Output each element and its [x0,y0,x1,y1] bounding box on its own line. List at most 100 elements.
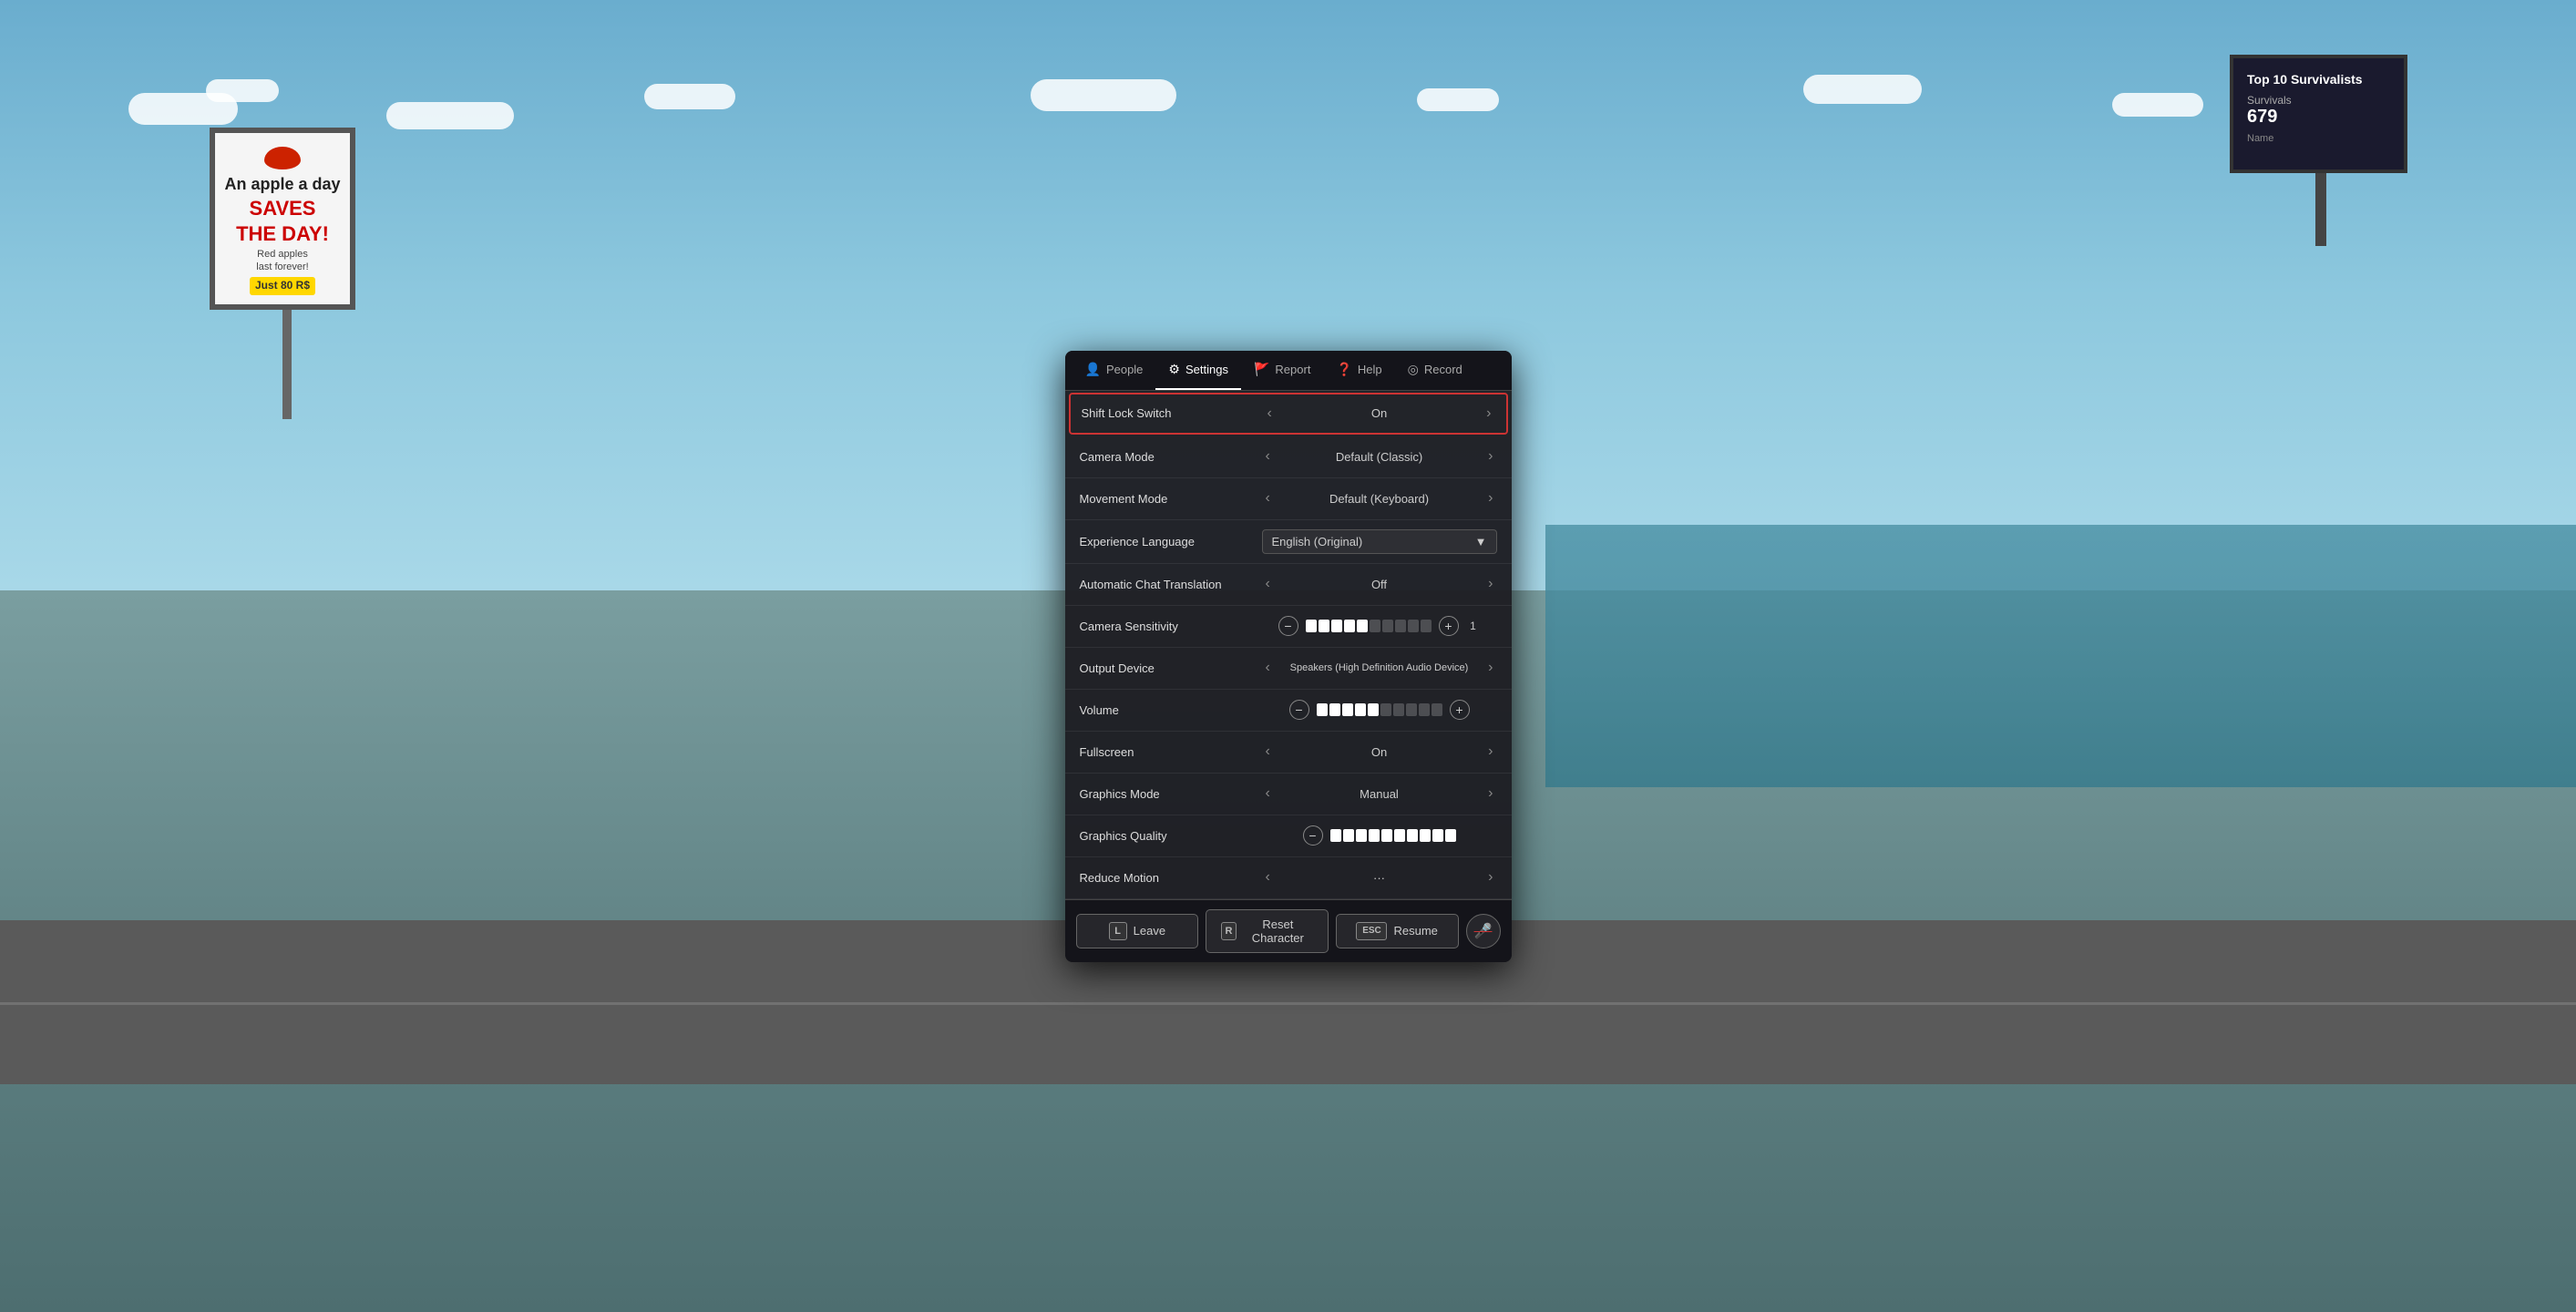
slider-seg [1355,703,1366,716]
tab-record-label: Record [1424,363,1462,376]
slider-seg [1331,620,1342,632]
slider-seg [1317,703,1328,716]
setting-row-graphics-mode: Graphics Mode ‹ Manual › [1065,774,1512,815]
leave-button[interactable]: L Leave [1076,914,1199,948]
auto-chat-value: Off [1281,578,1477,591]
slider-seg [1330,829,1341,842]
slider-seg [1407,829,1418,842]
camera-mode-prev[interactable]: ‹ [1262,449,1274,464]
shift-lock-label: Shift Lock Switch [1082,406,1264,420]
reset-character-button[interactable]: R Reset Character [1206,909,1329,953]
setting-row-auto-chat: Automatic Chat Translation ‹ Off › [1065,564,1512,606]
auto-chat-next[interactable]: › [1484,577,1496,591]
slider-seg [1369,829,1380,842]
graphics-quality-control: − [1262,825,1497,846]
output-device-label: Output Device [1080,661,1262,675]
tab-help-label: Help [1358,363,1382,376]
graphics-mode-value: Manual [1281,787,1477,801]
slider-seg [1394,829,1405,842]
reduce-motion-next[interactable]: › [1484,870,1496,885]
tab-report[interactable]: 🚩 Report [1241,351,1323,390]
experience-language-control: English (Original) ▼ [1262,529,1497,554]
graphics-quality-decrease[interactable]: − [1303,825,1323,846]
experience-language-label: Experience Language [1080,535,1262,548]
volume-slider[interactable] [1317,703,1442,716]
camera-sensitivity-decrease[interactable]: − [1278,616,1298,636]
fullscreen-control: ‹ On › [1262,744,1497,759]
setting-row-fullscreen: Fullscreen ‹ On › [1065,732,1512,774]
tab-help[interactable]: ❓ Help [1323,351,1394,390]
mic-icon: 🎤 [1474,922,1493,940]
fullscreen-prev[interactable]: ‹ [1262,744,1274,759]
slider-seg [1445,829,1456,842]
dropdown-chevron: ▼ [1475,535,1487,548]
tab-record[interactable]: ◎ Record [1395,351,1475,390]
modal-overlay: 👤 People ⚙ Settings 🚩 Report ❓ Help ◎ Re… [0,0,2576,1312]
settings-icon: ⚙ [1168,362,1180,377]
slider-seg [1406,703,1417,716]
setting-row-camera-sensitivity: Camera Sensitivity − [1065,606,1512,648]
setting-row-movement-mode: Movement Mode ‹ Default (Keyboard) › [1065,478,1512,520]
auto-chat-prev[interactable]: ‹ [1262,577,1274,591]
movement-mode-next[interactable]: › [1484,491,1496,506]
output-device-value: Speakers (High Definition Audio Device) [1281,662,1477,673]
slider-seg [1329,703,1340,716]
record-icon: ◎ [1408,362,1419,377]
reset-label: Reset Character [1243,917,1313,945]
setting-row-reduce-motion: Reduce Motion ‹ ··· › [1065,857,1512,899]
resume-button[interactable]: ESC Resume [1336,914,1459,948]
tab-settings[interactable]: ⚙ Settings [1155,351,1241,390]
camera-sensitivity-increase[interactable]: + [1439,616,1459,636]
reduce-motion-prev[interactable]: ‹ [1262,870,1274,885]
slider-seg [1357,620,1368,632]
graphics-mode-next[interactable]: › [1484,786,1496,801]
slider-seg [1342,703,1353,716]
setting-row-output-device: Output Device ‹ Speakers (High Definitio… [1065,648,1512,690]
settings-panel: 👤 People ⚙ Settings 🚩 Report ❓ Help ◎ Re… [1065,351,1512,962]
volume-decrease[interactable]: − [1289,700,1309,720]
movement-mode-label: Movement Mode [1080,492,1262,506]
slider-seg [1382,620,1393,632]
slider-seg [1319,620,1329,632]
slider-seg [1393,703,1404,716]
slider-seg [1370,620,1380,632]
leave-label: Leave [1134,924,1165,938]
shift-lock-prev[interactable]: ‹ [1264,406,1276,421]
output-device-prev[interactable]: ‹ [1262,661,1274,675]
resume-label: Resume [1393,924,1437,938]
people-icon: 👤 [1085,362,1101,377]
shift-lock-control: ‹ On › [1264,406,1495,421]
volume-control: − + [1262,700,1497,720]
camera-sensitivity-slider[interactable] [1306,620,1432,632]
graphics-quality-label: Graphics Quality [1080,829,1262,843]
graphics-quality-slider[interactable] [1330,829,1456,842]
tab-bar: 👤 People ⚙ Settings 🚩 Report ❓ Help ◎ Re… [1065,351,1512,391]
volume-increase[interactable]: + [1450,700,1470,720]
camera-mode-control: ‹ Default (Classic) › [1262,449,1497,464]
setting-row-shift-lock: Shift Lock Switch ‹ On › [1069,393,1508,435]
fullscreen-label: Fullscreen [1080,745,1262,759]
tab-people[interactable]: 👤 People [1072,351,1156,390]
shift-lock-next[interactable]: › [1483,406,1494,421]
slider-seg [1380,703,1391,716]
output-device-next[interactable]: › [1484,661,1496,675]
movement-mode-prev[interactable]: ‹ [1262,491,1274,506]
setting-row-experience-language: Experience Language English (Original) ▼ [1065,520,1512,564]
movement-mode-value: Default (Keyboard) [1281,492,1477,506]
slider-seg [1344,620,1355,632]
camera-mode-next[interactable]: › [1484,449,1496,464]
camera-sensitivity-value: 1 [1466,620,1481,632]
camera-mode-label: Camera Mode [1080,450,1262,464]
volume-label: Volume [1080,703,1262,717]
slider-seg [1306,620,1317,632]
mic-button[interactable]: 🎤 [1466,914,1501,948]
fullscreen-next[interactable]: › [1484,744,1496,759]
tab-settings-label: Settings [1185,363,1228,376]
settings-list: Shift Lock Switch ‹ On › Camera Mode ‹ D… [1065,393,1512,899]
tab-people-label: People [1106,363,1143,376]
reduce-motion-value: ··· [1281,871,1477,885]
setting-row-graphics-quality: Graphics Quality − [1065,815,1512,857]
experience-language-dropdown[interactable]: English (Original) ▼ [1262,529,1497,554]
resume-key: ESC [1356,922,1387,940]
graphics-mode-prev[interactable]: ‹ [1262,786,1274,801]
